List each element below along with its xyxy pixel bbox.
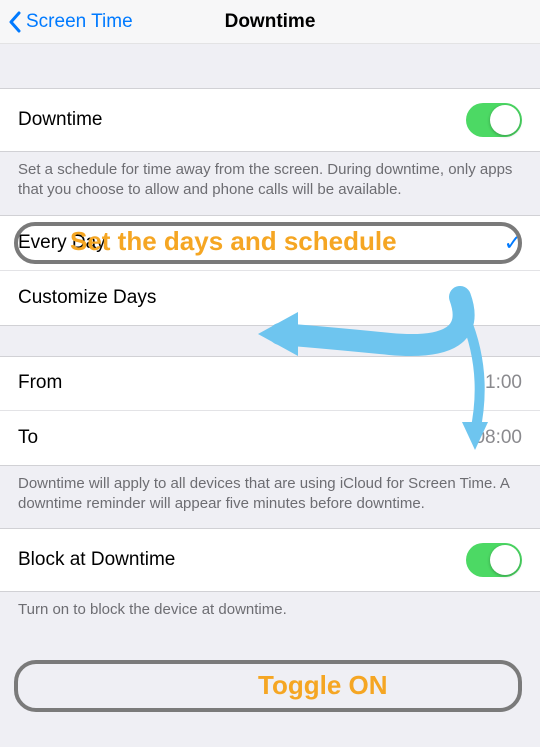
to-label: To — [18, 427, 38, 449]
to-row[interactable]: To 08:00 — [0, 411, 540, 465]
every-day-label: Every Day — [18, 232, 106, 254]
page-title: Downtime — [225, 11, 316, 33]
every-day-row[interactable]: Every Day ✓ — [0, 216, 540, 271]
block-row: Block at Downtime — [0, 529, 540, 591]
customize-days-label: Customize Days — [18, 287, 156, 309]
chevron-left-icon — [8, 11, 22, 33]
back-button[interactable]: Screen Time — [0, 11, 133, 33]
toggle-knob — [490, 545, 520, 575]
block-toggle[interactable] — [466, 543, 522, 577]
spacer — [0, 44, 540, 88]
downtime-description: Set a schedule for time away from the sc… — [0, 152, 540, 215]
customize-days-row[interactable]: Customize Days — [0, 271, 540, 325]
back-label: Screen Time — [26, 11, 133, 33]
downtime-label: Downtime — [18, 109, 102, 131]
annotation-capsule-toggle — [14, 660, 522, 712]
block-description: Turn on to block the device at downtime. — [0, 592, 540, 634]
annotation-toggle-text: Toggle ON — [258, 670, 388, 701]
to-value: 08:00 — [474, 427, 522, 449]
spacer — [0, 326, 540, 356]
schedule-section: Every Day ✓ Customize Days — [0, 215, 540, 326]
block-section: Block at Downtime — [0, 528, 540, 592]
downtime-toggle[interactable] — [466, 103, 522, 137]
checkmark-icon: ✓ — [504, 230, 522, 256]
time-section: From 21:00 To 08:00 — [0, 356, 540, 466]
downtime-toggle-row: Downtime — [0, 89, 540, 151]
downtime-toggle-section: Downtime — [0, 88, 540, 152]
toggle-knob — [490, 105, 520, 135]
navbar: Screen Time Downtime — [0, 0, 540, 44]
from-label: From — [18, 372, 62, 394]
from-row[interactable]: From 21:00 — [0, 357, 540, 411]
block-label: Block at Downtime — [18, 549, 175, 571]
time-description: Downtime will apply to all devices that … — [0, 466, 540, 529]
from-value: 21:00 — [474, 372, 522, 394]
